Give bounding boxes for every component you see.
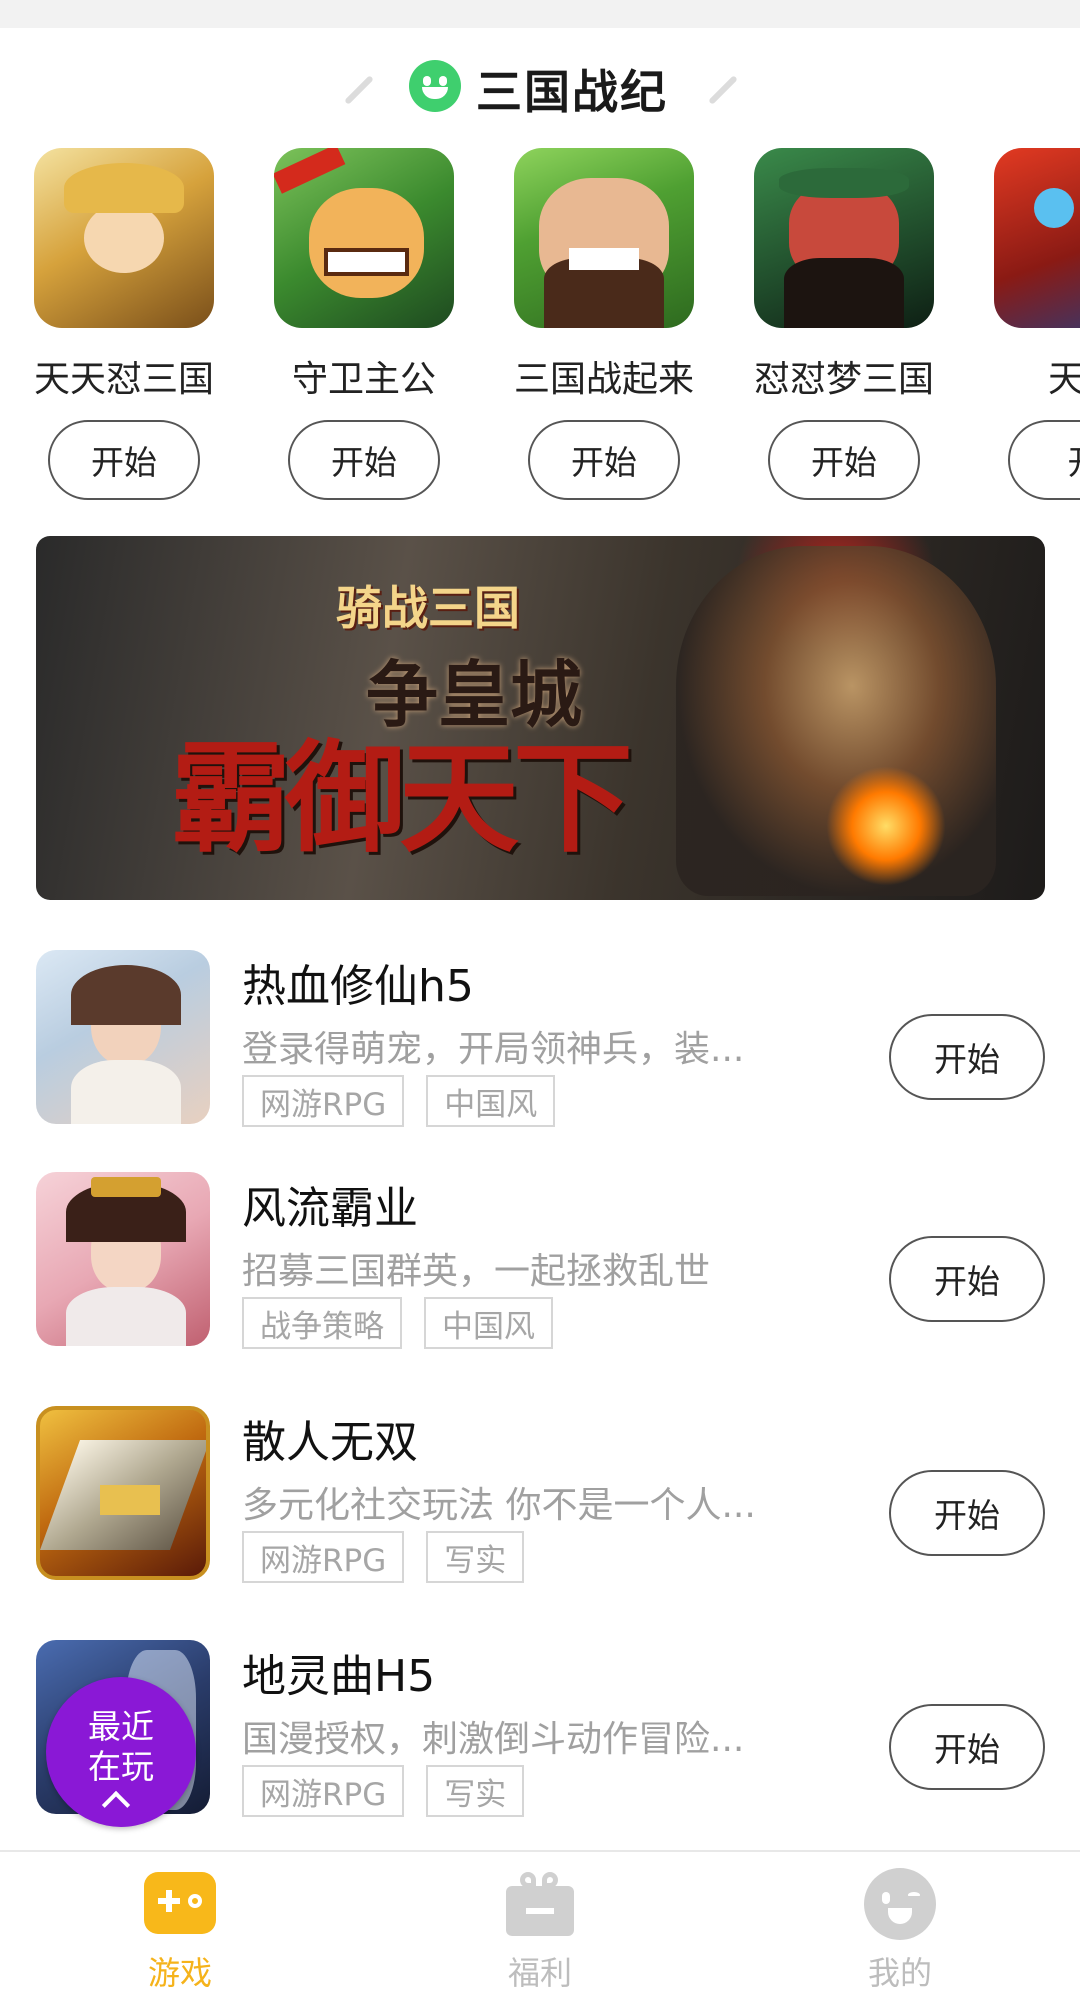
chevron-up-icon <box>101 1790 131 1820</box>
tag: 战争策略 <box>242 1297 402 1349</box>
start-button[interactable]: 开始 <box>889 1236 1045 1322</box>
tag: 写实 <box>426 1531 525 1583</box>
game-icon[interactable] <box>994 148 1080 328</box>
game-title: 热血修仙h5 <box>242 961 474 1012</box>
tag-list: 网游RPG 写实 <box>242 1531 525 1583</box>
featured-game[interactable]: 天途 开 <box>968 145 1080 515</box>
tab-welfare[interactable]: 福利 <box>440 1852 640 1998</box>
tag: 网游RPG <box>242 1531 405 1583</box>
tag-list: 网游RPG 中国风 <box>242 1075 556 1127</box>
featured-game[interactable]: 三国战起来 开始 <box>488 145 694 515</box>
tag-list: 网游RPG 写实 <box>242 1765 525 1817</box>
game-description: 国漫授权，刺激倒斗动作冒险... <box>242 1719 745 1760</box>
start-button[interactable]: 开始 <box>288 420 440 500</box>
game-icon[interactable] <box>754 148 934 328</box>
featured-game-name: 怼怼梦三国 <box>753 359 934 400</box>
tag: 中国风 <box>426 1075 556 1127</box>
list-item[interactable]: 散人无双 多元化社交玩法 你不是一个人... 网游RPG 写实 开始 <box>0 1396 1080 1596</box>
face-icon <box>864 1868 936 1940</box>
tag: 中国风 <box>424 1297 553 1349</box>
start-button[interactable]: 开始 <box>768 420 920 500</box>
bottom-tab-bar: 游戏 福利 我的 <box>0 1850 1080 1998</box>
tab-mine[interactable]: 我的 <box>800 1852 1000 1998</box>
game-icon[interactable] <box>36 950 210 1124</box>
gift-icon <box>504 1872 576 1936</box>
game-title: 散人无双 <box>242 1417 418 1468</box>
game-title: 风流霸业 <box>242 1183 418 1234</box>
game-icon[interactable] <box>34 148 214 328</box>
recent-label-2: 在玩 <box>88 1747 154 1786</box>
banner-subtitle: 骑战三国 <box>336 581 520 635</box>
game-icon[interactable] <box>36 1406 210 1580</box>
start-button[interactable]: 开始 <box>48 420 200 500</box>
game-description: 招募三国群英，一起拯救乱世 <box>242 1251 711 1292</box>
tag: 网游RPG <box>242 1075 405 1127</box>
featured-games-row[interactable]: 天天怼三国 开始 守卫主公 开始 三国战起来 开始 怼怼梦三国 开始 天 <box>0 145 1080 525</box>
tab-games[interactable]: 游戏 <box>80 1852 280 1998</box>
featured-game-name: 三国战起来 <box>513 359 694 400</box>
featured-game-name: 天途 <box>1047 359 1080 400</box>
game-description: 登录得萌宠，开局领神兵，装... <box>242 1029 745 1070</box>
start-button[interactable]: 开始 <box>889 1704 1045 1790</box>
status-strip <box>0 0 1080 28</box>
divider-right <box>708 75 738 105</box>
recently-played-button[interactable]: 最近 在玩 <box>46 1677 196 1827</box>
featured-game-name: 守卫主公 <box>291 359 436 400</box>
list-item[interactable]: 风流霸业 招募三国群英，一起拯救乱世 战争策略 中国风 开始 <box>0 1162 1080 1362</box>
smile-icon <box>409 60 461 112</box>
game-icon[interactable] <box>274 148 454 328</box>
start-button[interactable]: 开始 <box>528 420 680 500</box>
start-button[interactable]: 开 <box>1008 420 1080 500</box>
featured-game-name: 天天怼三国 <box>33 359 214 400</box>
game-icon[interactable] <box>514 148 694 328</box>
fire-orb <box>826 766 946 886</box>
tag-list: 战争策略 中国风 <box>242 1297 553 1349</box>
tag: 写实 <box>426 1765 525 1817</box>
tab-label: 福利 <box>507 1954 572 1992</box>
section-title: 三国战纪 <box>476 65 668 119</box>
start-button[interactable]: 开始 <box>889 1014 1045 1100</box>
promo-banner[interactable]: 骑战三国 争皇城 霸御天下 <box>36 536 1045 900</box>
tab-label: 游戏 <box>147 1954 212 1992</box>
featured-game[interactable]: 守卫主公 开始 <box>248 145 454 515</box>
featured-game[interactable]: 天天怼三国 开始 <box>8 145 214 515</box>
game-icon[interactable] <box>36 1172 210 1346</box>
featured-game[interactable]: 怼怼梦三国 开始 <box>728 145 934 515</box>
tag: 网游RPG <box>242 1765 405 1817</box>
game-description: 多元化社交玩法 你不是一个人... <box>242 1485 756 1526</box>
recent-label-1: 最近 <box>88 1707 154 1746</box>
banner-headline-large: 霸御天下 <box>171 728 633 869</box>
start-button[interactable]: 开始 <box>889 1470 1045 1556</box>
gamepad-icon <box>144 1872 216 1936</box>
list-item[interactable]: 热血修仙h5 登录得萌宠，开局领神兵，装... 网游RPG 中国风 开始 <box>0 940 1080 1140</box>
game-title: 地灵曲H5 <box>242 1651 436 1702</box>
divider-left <box>344 75 374 105</box>
tab-label: 我的 <box>867 1954 932 1992</box>
